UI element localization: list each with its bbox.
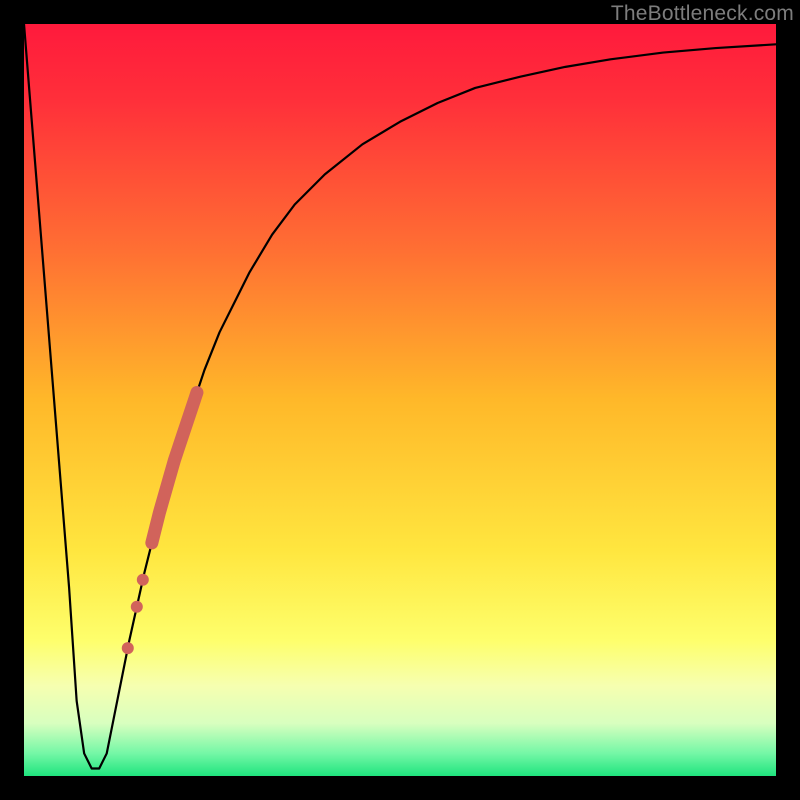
highlight-dot-1 xyxy=(131,601,143,613)
bottleneck-curve xyxy=(24,24,776,776)
plot-area xyxy=(24,24,776,776)
watermark-text: TheBottleneck.com xyxy=(611,2,794,26)
chart-frame: TheBottleneck.com xyxy=(0,0,800,800)
highlight-dot-2 xyxy=(122,642,134,654)
highlight-segment xyxy=(152,392,197,542)
highlight-dot-0 xyxy=(137,574,149,586)
